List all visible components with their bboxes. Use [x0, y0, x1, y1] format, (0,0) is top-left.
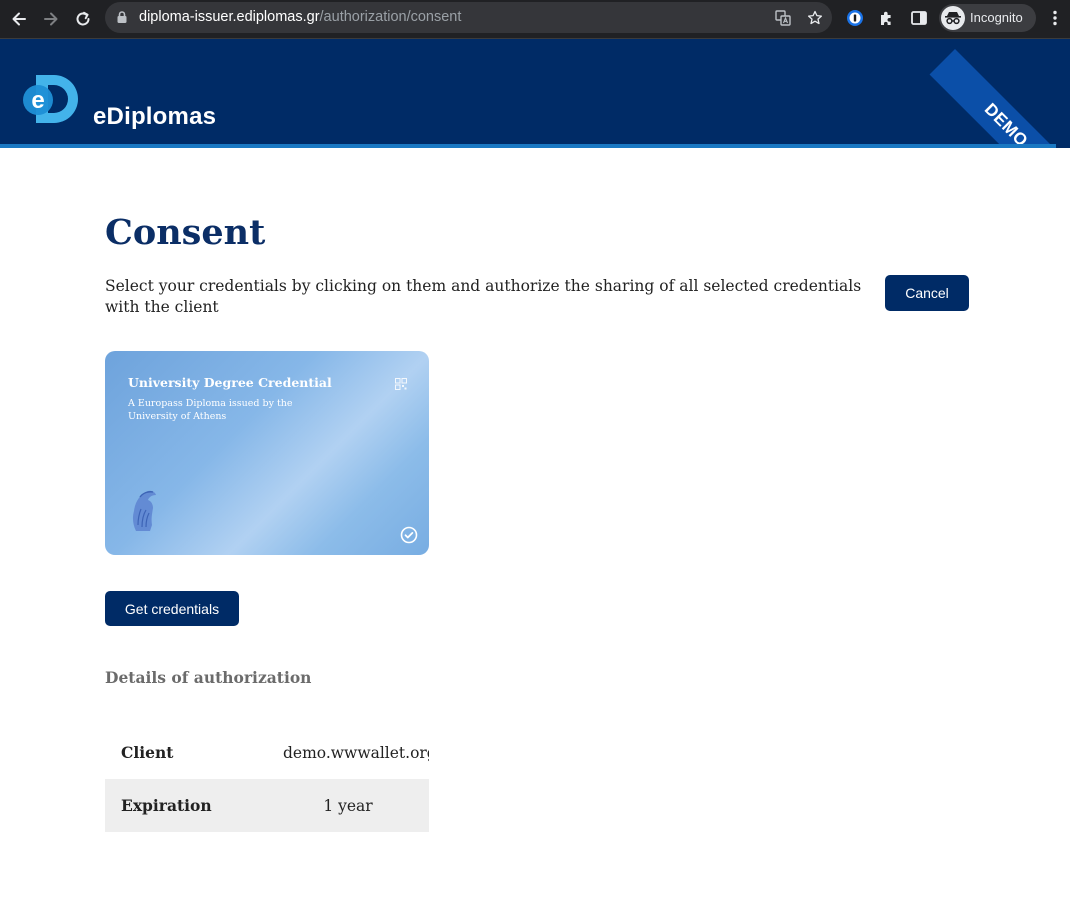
client-key: Client: [121, 743, 174, 762]
back-button[interactable]: [5, 5, 33, 33]
client-value: demo.wwwallet.org: [283, 743, 429, 762]
consent-instructions: Select your credentials by clicking on t…: [105, 277, 862, 316]
page-title: Consent: [105, 212, 266, 253]
qr-code-icon: [395, 377, 407, 395]
expiration-key: Expiration: [105, 779, 267, 832]
side-panel-icon[interactable]: [908, 7, 930, 29]
password-manager-icon[interactable]: [844, 7, 866, 29]
demo-ribbon-label: DEMO: [980, 99, 1032, 148]
reload-icon: [76, 11, 90, 26]
incognito-icon: [941, 6, 965, 30]
table-row: Client demo.wwwallet.org: [105, 726, 429, 779]
get-credentials-button[interactable]: Get credentials: [105, 591, 239, 626]
selected-check-icon: [400, 526, 418, 549]
header-accent-bar: [0, 144, 1056, 148]
demo-ribbon: DEMO: [929, 49, 1070, 148]
credential-title: University Degree Credential: [128, 375, 332, 390]
athena-emblem-icon: [127, 487, 159, 538]
ediplomas-logo-icon[interactable]: e: [22, 73, 86, 125]
expiration-value: 1 year: [267, 779, 429, 832]
browser-menu-icon[interactable]: [1044, 7, 1066, 29]
forward-button[interactable]: [37, 5, 65, 33]
authorization-details-table: Client demo.wwwallet.org Expiration 1 ye…: [105, 726, 429, 832]
table-row: Expiration 1 year: [105, 779, 429, 832]
translate-icon[interactable]: [773, 8, 793, 28]
site-logo-text[interactable]: eDiplomas: [93, 103, 216, 131]
site-header: e eDiplomas DEMO: [0, 39, 1070, 148]
credential-card[interactable]: University Degree Credential A Europass …: [105, 351, 429, 555]
cancel-button[interactable]: Cancel: [885, 275, 969, 311]
reload-button[interactable]: [69, 5, 97, 33]
details-heading: Details of authorization: [105, 668, 312, 687]
back-arrow-icon: [12, 12, 26, 26]
incognito-profile-button[interactable]: Incognito: [939, 4, 1036, 32]
forward-arrow-icon: [44, 12, 58, 26]
logo-initial: e: [31, 87, 44, 114]
credential-subtitle: A Europass Diploma issued by the Univers…: [128, 398, 293, 422]
incognito-label: Incognito: [970, 10, 1023, 25]
url-text: diploma-issuer.ediplomas.gr/authorizatio…: [139, 9, 462, 25]
address-bar[interactable]: diploma-issuer.ediplomas.gr/authorizatio…: [105, 2, 832, 33]
lock-icon: [116, 10, 128, 29]
extensions-puzzle-icon[interactable]: [876, 7, 898, 29]
browser-toolbar: diploma-issuer.ediplomas.gr/authorizatio…: [0, 0, 1070, 39]
bookmark-star-icon[interactable]: [805, 8, 825, 28]
